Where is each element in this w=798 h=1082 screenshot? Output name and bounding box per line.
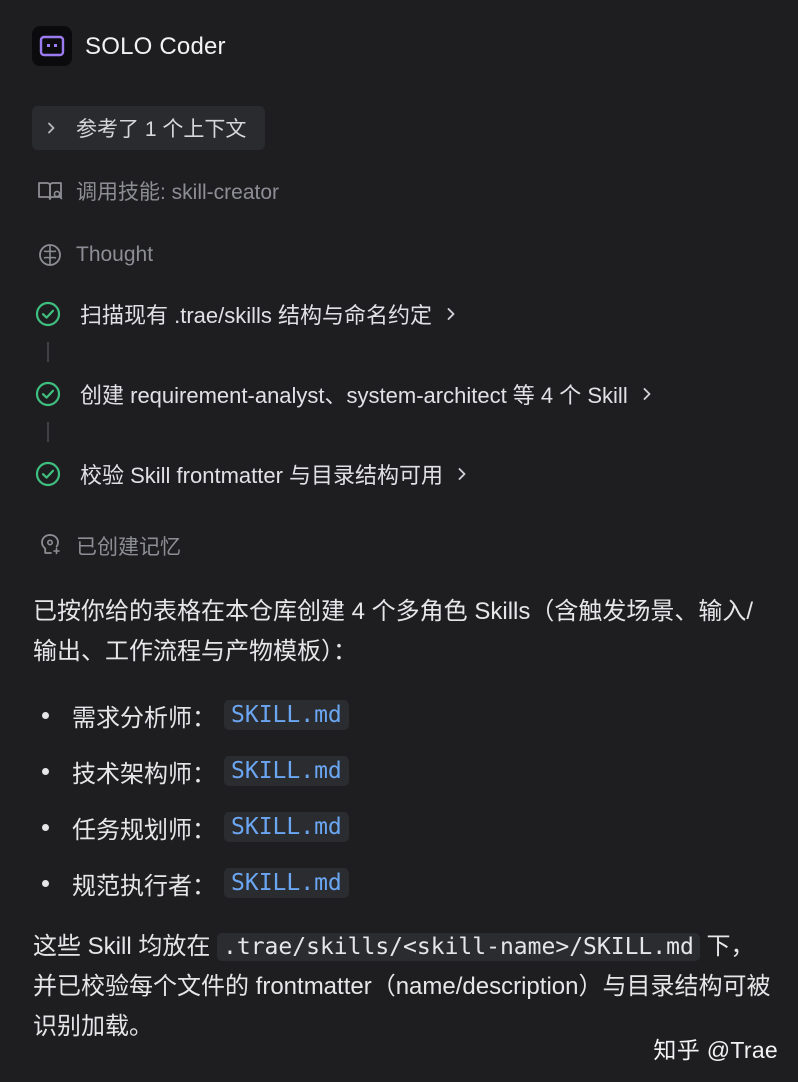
thought-row[interactable]: Thought — [36, 240, 153, 270]
step-connector — [47, 422, 49, 442]
brain-icon — [36, 241, 64, 269]
watermark: 知乎 @Trae — [653, 1037, 778, 1063]
role-label: 需求分析师： — [72, 704, 216, 732]
list-item: 需求分析师： SKILL.md — [42, 695, 349, 735]
file-link[interactable]: SKILL.md — [224, 812, 349, 842]
check-circle-icon — [34, 380, 62, 408]
bullet — [42, 767, 49, 775]
skill-call-row[interactable]: 调用技能: skill-creator — [36, 176, 279, 206]
step-connector — [47, 342, 49, 362]
file-link[interactable]: SKILL.md — [224, 868, 349, 898]
agent-avatar — [32, 26, 72, 66]
step-item[interactable]: 扫描现有 .trae/skills 结构与命名约定 — [34, 297, 460, 331]
file-link[interactable]: SKILL.md — [224, 756, 349, 786]
step-label: 创建 requirement-analyst、system-architect … — [80, 383, 628, 408]
response-closing: 这些 Skill 均放在 .trae/skills/<skill-name>/S… — [33, 927, 773, 1047]
memory-label: 已创建记忆 — [76, 536, 181, 559]
thought-label: Thought — [76, 243, 154, 266]
role-label: 任务规划师： — [72, 816, 216, 844]
bullet — [42, 879, 49, 887]
context-label: 参考了 1 个上下文 — [76, 118, 247, 141]
list-item: 规范执行者： SKILL.md — [42, 863, 349, 903]
step-item[interactable]: 校验 Skill frontmatter 与目录结构可用 — [34, 457, 471, 491]
bullet — [42, 823, 49, 831]
list-item: 任务规划师： SKILL.md — [42, 807, 349, 847]
context-toggle[interactable]: 参考了 1 个上下文 — [32, 106, 265, 150]
memory-row[interactable]: 已创建记忆 — [36, 531, 181, 561]
book-icon — [36, 177, 64, 205]
role-label: 规范执行者： — [72, 872, 216, 900]
chevron-right-icon — [46, 122, 58, 134]
agent-name: SOLO Coder — [85, 33, 226, 60]
skill-call-label: 调用技能: skill-creator — [76, 181, 280, 204]
bullet — [42, 711, 49, 719]
path-code: .trae/skills/<skill-name>/SKILL.md — [217, 933, 700, 961]
chevron-right-icon — [642, 387, 656, 401]
step-item[interactable]: 创建 requirement-analyst、system-architect … — [34, 377, 656, 411]
chevron-right-icon — [457, 467, 471, 481]
step-label: 扫描现有 .trae/skills 结构与命名约定 — [80, 303, 433, 328]
check-circle-icon — [34, 460, 62, 488]
list-item: 技术架构师： SKILL.md — [42, 751, 349, 791]
chevron-right-icon — [446, 307, 460, 321]
response-intro: 已按你给的表格在本仓库创建 4 个多角色 Skills（含触发场景、输入/输出、… — [33, 598, 754, 665]
role-label: 技术架构师： — [72, 760, 216, 788]
closing-text: 这些 Skill 均放在 — [33, 933, 218, 960]
file-link[interactable]: SKILL.md — [224, 700, 349, 730]
step-label: 校验 Skill frontmatter 与目录结构可用 — [80, 463, 444, 488]
lightbulb-icon — [36, 532, 64, 560]
robot-face-icon — [39, 35, 65, 57]
check-circle-icon — [34, 300, 62, 328]
